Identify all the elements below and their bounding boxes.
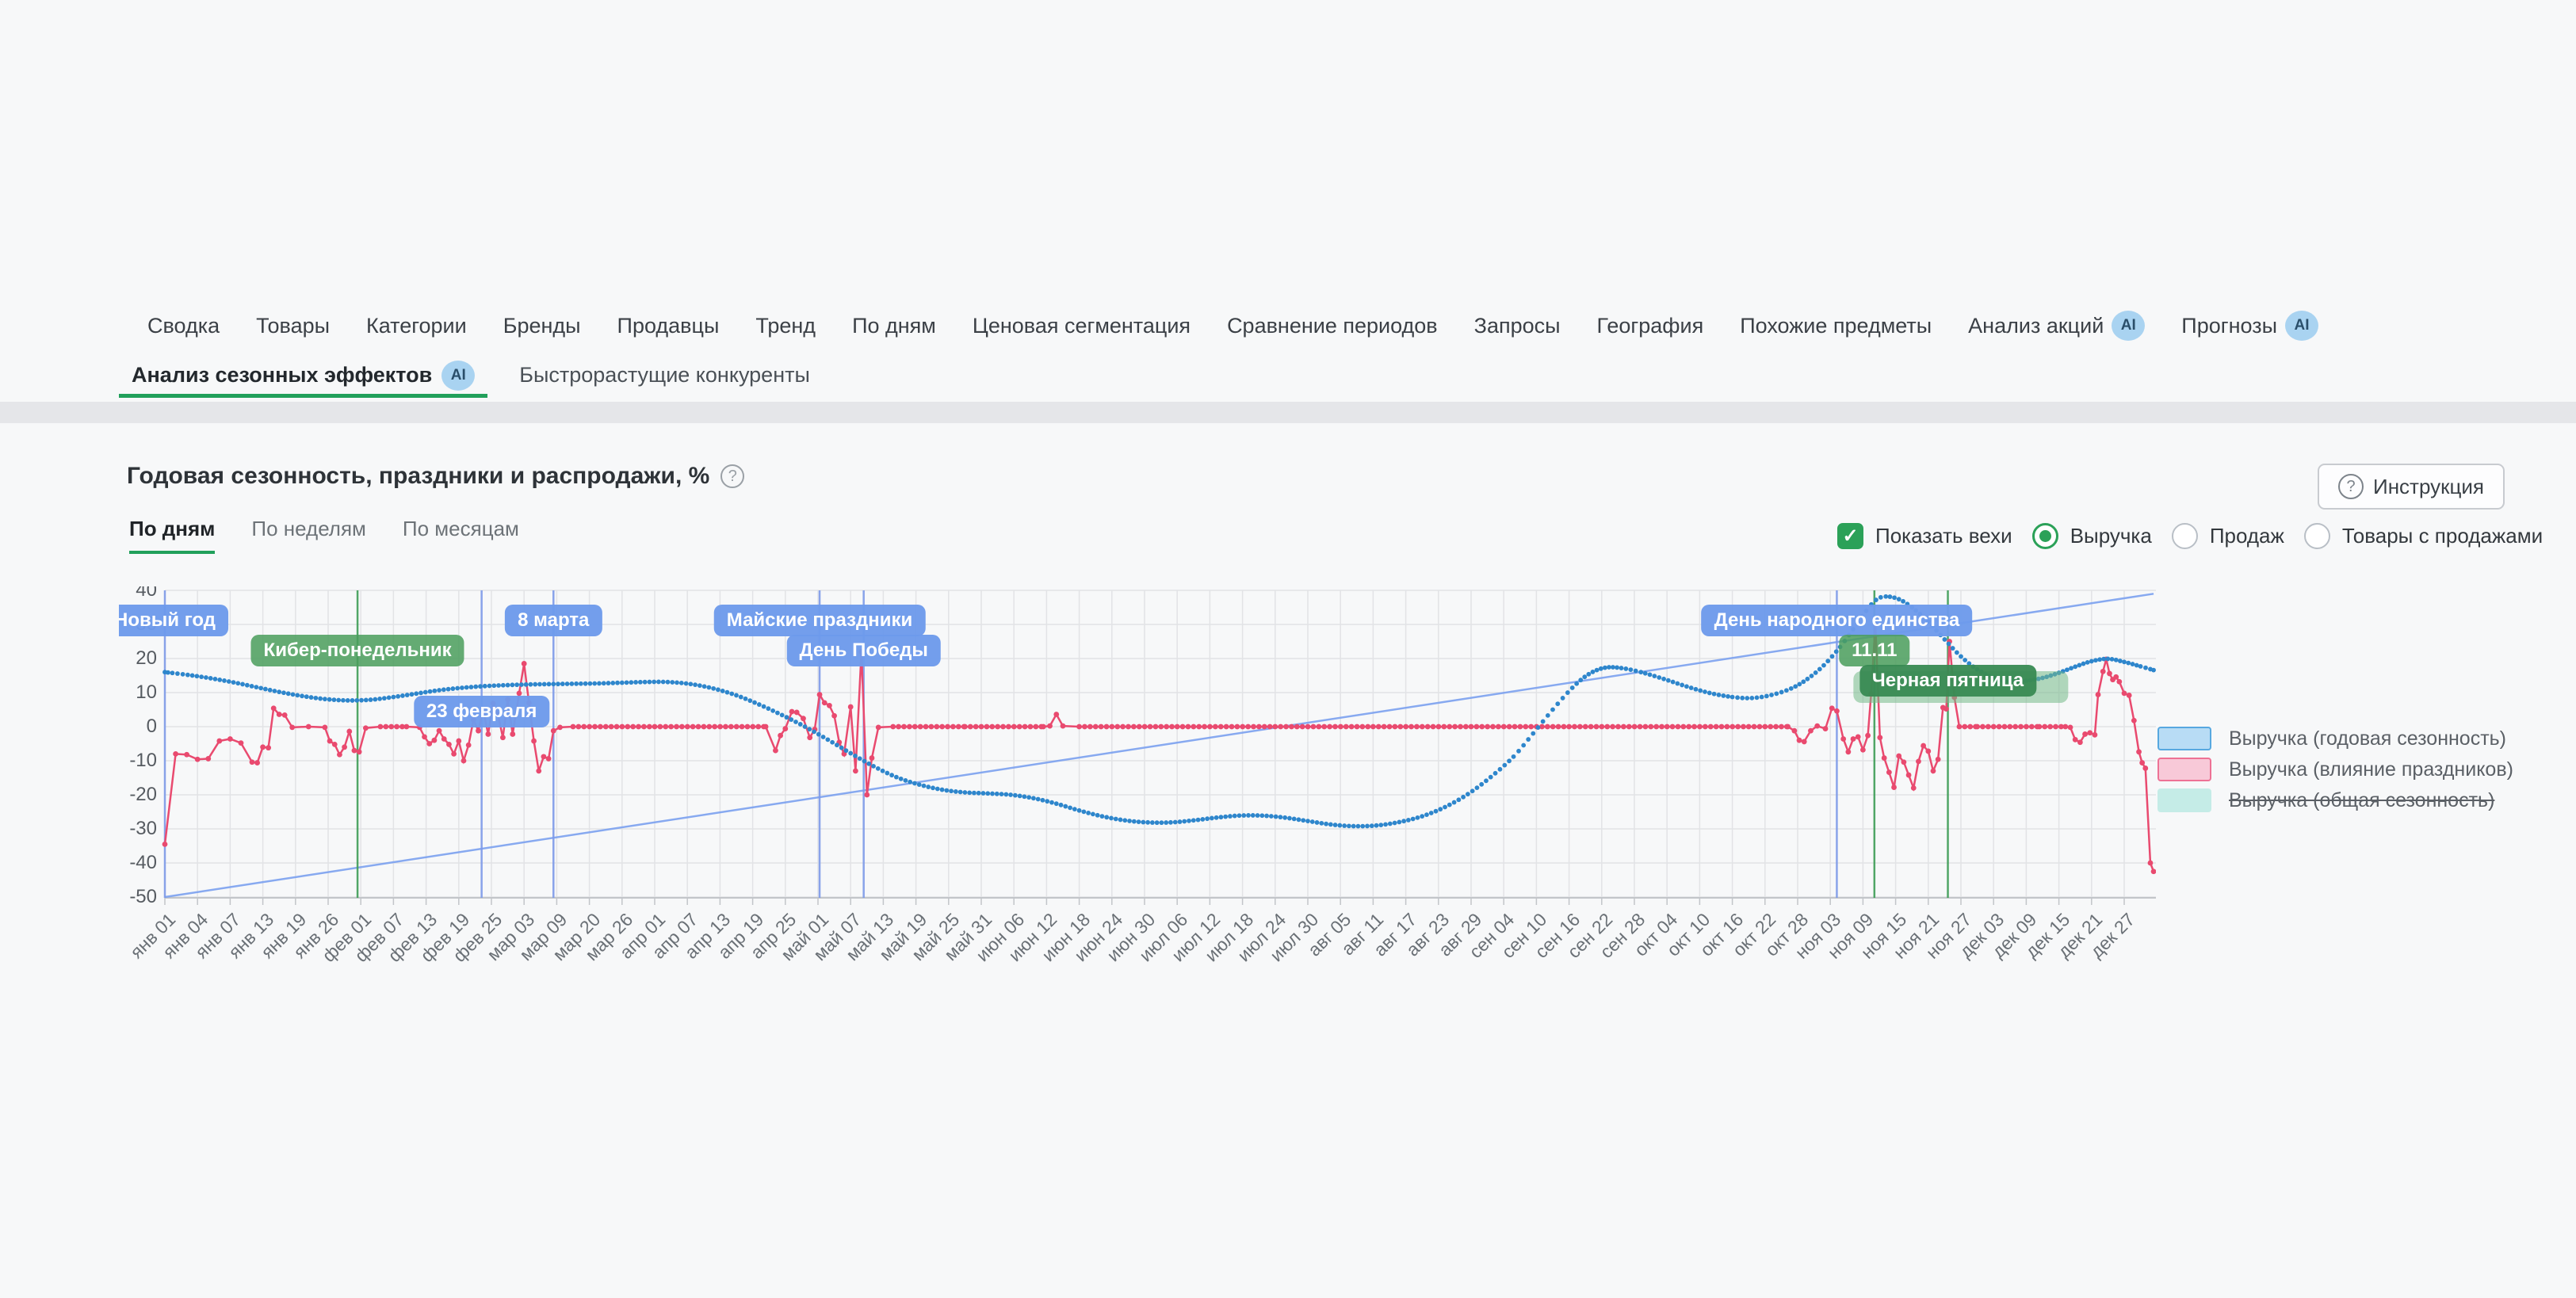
main-tab-label: Ценовая сегментация xyxy=(973,314,1191,338)
main-tab[interactable]: Прогнозы AI xyxy=(2181,311,2318,341)
sub-tab[interactable]: Быстрорастущие конкуренты xyxy=(506,357,823,398)
chart-controls: ✓ Показать вехи Выручка Продаж Товары с … xyxy=(1837,523,2551,549)
sub-tab[interactable]: Анализ сезонных эффектов AI xyxy=(119,357,487,398)
main-tab-label: Бренды xyxy=(503,314,581,338)
granularity-tab[interactable]: По месяцам xyxy=(403,517,519,554)
main-tab-label: Категории xyxy=(366,314,467,338)
y-axis-label: 20 xyxy=(119,647,157,670)
sub-tab-label: Анализ сезонных эффектов xyxy=(132,363,432,387)
main-tab[interactable]: Сравнение периодов xyxy=(1227,314,1438,338)
event-label[interactable]: Майские праздники xyxy=(714,605,926,636)
metric-radio-revenue-label: Выручка xyxy=(2070,524,2152,548)
main-tab-label: Сводка xyxy=(147,314,220,338)
main-tab-label: По дням xyxy=(852,314,936,338)
legend-item[interactable]: Выручка (годовая сезонность) xyxy=(2157,726,2513,751)
main-tab[interactable]: По дням xyxy=(852,314,936,338)
y-axis-label: -40 xyxy=(119,852,157,874)
main-tab[interactable]: Товары xyxy=(256,314,330,338)
chart-legend: Выручка (годовая сезонность) Выручка (вл… xyxy=(2157,726,2513,819)
instruction-button-label: Инструкция xyxy=(2373,475,2484,499)
divider-band xyxy=(0,402,2576,423)
main-tab-label: Анализ акций xyxy=(1968,314,2104,338)
main-tab[interactable]: Бренды xyxy=(503,314,581,338)
metric-radio-sales-label: Продаж xyxy=(2210,524,2284,548)
main-tab[interactable]: Тренд xyxy=(755,314,816,338)
metric-radio-products-label: Товары с продажами xyxy=(2342,524,2543,548)
ai-badge: AI xyxy=(2285,311,2318,341)
legend-item[interactable]: Выручка (влияние праздников) xyxy=(2157,757,2513,782)
seasonality-chart[interactable]: 403020100-10-20-30-40-50янв 01янв 04янв … xyxy=(119,586,2156,976)
metric-radio-sales[interactable] xyxy=(2172,523,2198,549)
instruction-button[interactable]: ? Инструкция xyxy=(2318,464,2505,510)
event-label[interactable]: 8 марта xyxy=(505,605,602,636)
legend-swatch xyxy=(2157,788,2211,812)
legend-label: Выручка (годовая сезонность) xyxy=(2229,727,2506,750)
main-tab-label: Тренд xyxy=(755,314,816,338)
ai-badge: AI xyxy=(2112,311,2145,341)
show-milestones-checkbox[interactable]: ✓ xyxy=(1837,523,1863,549)
event-label[interactable]: Черная пятница xyxy=(1859,665,2036,697)
event-label[interactable]: День народного единства xyxy=(1702,605,1973,636)
granularity-tab[interactable]: По неделям xyxy=(251,517,366,554)
main-tab-label: Сравнение периодов xyxy=(1227,314,1438,338)
metric-radio-revenue[interactable] xyxy=(2032,523,2058,549)
show-milestones-label: Показать вехи xyxy=(1875,524,2012,548)
main-tab-label: Похожие предметы xyxy=(1740,314,1932,338)
page-title-text: Годовая сезонность, праздники и распрода… xyxy=(127,463,709,490)
main-tab-label: Товары xyxy=(256,314,330,338)
main-tab[interactable]: Ценовая сегментация xyxy=(973,314,1191,338)
event-label[interactable]: Новый год xyxy=(119,605,228,636)
main-tab-bar: Сводка Товары Категории Бренды Продавцы … xyxy=(147,311,2318,341)
main-tab-label: Продавцы xyxy=(617,314,720,338)
main-tab[interactable]: Продавцы xyxy=(617,314,720,338)
y-axis-label: -50 xyxy=(119,886,157,908)
sub-tab-bar: Анализ сезонных эффектов AI Быстрорастущ… xyxy=(119,357,823,398)
legend-swatch xyxy=(2157,758,2211,781)
metric-radio-products[interactable] xyxy=(2304,523,2330,549)
y-axis-label: 10 xyxy=(119,681,157,704)
y-axis-label: -10 xyxy=(119,750,157,772)
main-tab[interactable]: Сводка xyxy=(147,314,220,338)
event-label[interactable]: 11.11 xyxy=(1839,635,1909,666)
event-label[interactable]: 23 февраля xyxy=(414,696,549,727)
legend-label: Выручка (влияние праздников) xyxy=(2229,758,2513,781)
granularity-tab[interactable]: По дням xyxy=(129,517,215,554)
main-tab[interactable]: География xyxy=(1597,314,1704,338)
y-axis-label: 0 xyxy=(119,716,157,738)
legend-item[interactable]: Выручка (общая сезонность) xyxy=(2157,788,2513,813)
main-tab[interactable]: Анализ акций AI xyxy=(1968,311,2145,341)
legend-swatch xyxy=(2157,727,2211,750)
main-tab[interactable]: Похожие предметы xyxy=(1740,314,1932,338)
y-axis-label: -20 xyxy=(119,784,157,806)
main-tab-label: Запросы xyxy=(1474,314,1561,338)
event-label[interactable]: Кибер-понедельник xyxy=(251,635,464,666)
y-axis-label: -30 xyxy=(119,818,157,840)
page-title: Годовая сезонность, праздники и распрода… xyxy=(127,463,744,490)
main-tab-label: Прогнозы xyxy=(2181,314,2277,338)
main-tab-label: География xyxy=(1597,314,1704,338)
sub-tab-label: Быстрорастущие конкуренты xyxy=(519,363,810,387)
legend-label: Выручка (общая сезонность) xyxy=(2229,789,2494,812)
ai-badge: AI xyxy=(441,361,475,391)
main-tab[interactable]: Категории xyxy=(366,314,467,338)
event-label[interactable]: День Победы xyxy=(786,635,940,666)
main-tab[interactable]: Запросы xyxy=(1474,314,1561,338)
help-icon[interactable]: ? xyxy=(720,464,744,488)
granularity-tabs: По дням По неделям По месяцам xyxy=(129,517,519,554)
y-axis-label: 40 xyxy=(119,586,157,601)
question-circle-icon: ? xyxy=(2338,474,2364,499)
